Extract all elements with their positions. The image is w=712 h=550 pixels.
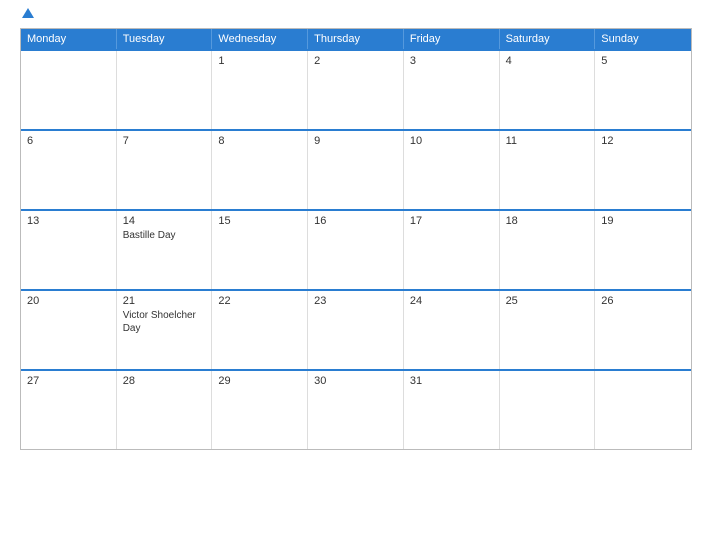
day-number: 22 [218,295,301,307]
calendar-cell: 10 [404,131,500,209]
day-number: 8 [218,135,301,147]
calendar-cell: 18 [500,211,596,289]
calendar-cell [500,371,596,449]
day-number: 27 [27,375,110,387]
day-number: 18 [506,215,589,227]
calendar-cell: 29 [212,371,308,449]
day-number: 20 [27,295,110,307]
calendar-cell: 22 [212,291,308,369]
day-number: 29 [218,375,301,387]
calendar-cell [595,371,691,449]
calendar-cell [21,51,117,129]
day-number: 4 [506,55,589,67]
day-number: 9 [314,135,397,147]
calendar-cell: 5 [595,51,691,129]
day-number: 6 [27,135,110,147]
page: MondayTuesdayWednesdayThursdayFridaySatu… [0,0,712,550]
day-number: 24 [410,295,493,307]
day-number: 21 [123,295,206,307]
calendar-cell: 4 [500,51,596,129]
day-number: 5 [601,55,685,67]
day-number: 11 [506,135,589,147]
day-number: 1 [218,55,301,67]
calendar-cell: 6 [21,131,117,209]
day-number: 17 [410,215,493,227]
header [20,10,692,20]
day-number: 16 [314,215,397,227]
calendar-cell: 17 [404,211,500,289]
day-number: 19 [601,215,685,227]
calendar-cell: 16 [308,211,404,289]
day-number: 30 [314,375,397,387]
calendar-cell: 24 [404,291,500,369]
calendar-cell: 19 [595,211,691,289]
logo [20,10,34,20]
calendar-week-2: 6 78 9 10 11 12 [21,129,691,209]
calendar-week-3: 13 14 Bastille Day 15 16 17 18 19 [21,209,691,289]
calendar-cell: 27 [21,371,117,449]
calendar-cell: 21 Victor Shoelcher Day [117,291,213,369]
day-number: 26 [601,295,685,307]
calendar-cell: 25 [500,291,596,369]
day-number: 31 [410,375,493,387]
calendar-cell: 2 [308,51,404,129]
calendar-cell: 12 [595,131,691,209]
calendar-week-1: 1 2 3 45 [21,49,691,129]
calendar-cell: 8 [212,131,308,209]
calendar-cell: 30 [308,371,404,449]
day-number: 7 [123,135,206,147]
day-number: 15 [218,215,301,227]
header-cell-friday: Friday [404,29,500,49]
logo-triangle-icon [22,8,34,18]
calendar-header-row: MondayTuesdayWednesdayThursdayFridaySatu… [21,29,691,49]
calendar-cell: 9 [308,131,404,209]
calendar-cell: 31 [404,371,500,449]
calendar-week-4: 20 21 Victor Shoelcher Day 22 23 24 25 26 [21,289,691,369]
day-number: 3 [410,55,493,67]
calendar-event: Victor Shoelcher Day [123,309,206,335]
day-number: 23 [314,295,397,307]
calendar-cell: 15 [212,211,308,289]
calendar-event: Bastille Day [123,229,206,242]
header-cell-wednesday: Wednesday [212,29,308,49]
day-number: 13 [27,215,110,227]
calendar-cell: 23 [308,291,404,369]
calendar-cell: 7 [117,131,213,209]
day-number: 2 [314,55,397,67]
calendar-cell: 20 [21,291,117,369]
calendar-cell: 28 [117,371,213,449]
day-number: 10 [410,135,493,147]
header-cell-thursday: Thursday [308,29,404,49]
calendar-body: 1234567891011121314Bastille Day151617181… [21,49,691,449]
day-number: 25 [506,295,589,307]
calendar-cell: 1 [212,51,308,129]
header-cell-tuesday: Tuesday [117,29,213,49]
calendar-cell: 3 [404,51,500,129]
calendar: MondayTuesdayWednesdayThursdayFridaySatu… [20,28,692,450]
header-cell-monday: Monday [21,29,117,49]
day-number: 28 [123,375,206,387]
header-cell-saturday: Saturday [500,29,596,49]
calendar-cell: 11 [500,131,596,209]
calendar-week-5: 27 28 29 30 31 [21,369,691,449]
day-number: 14 [123,215,206,227]
calendar-cell: 26 [595,291,691,369]
calendar-cell [117,51,213,129]
header-cell-sunday: Sunday [595,29,691,49]
day-number: 12 [601,135,685,147]
calendar-cell: 13 [21,211,117,289]
calendar-cell: 14 Bastille Day [117,211,213,289]
